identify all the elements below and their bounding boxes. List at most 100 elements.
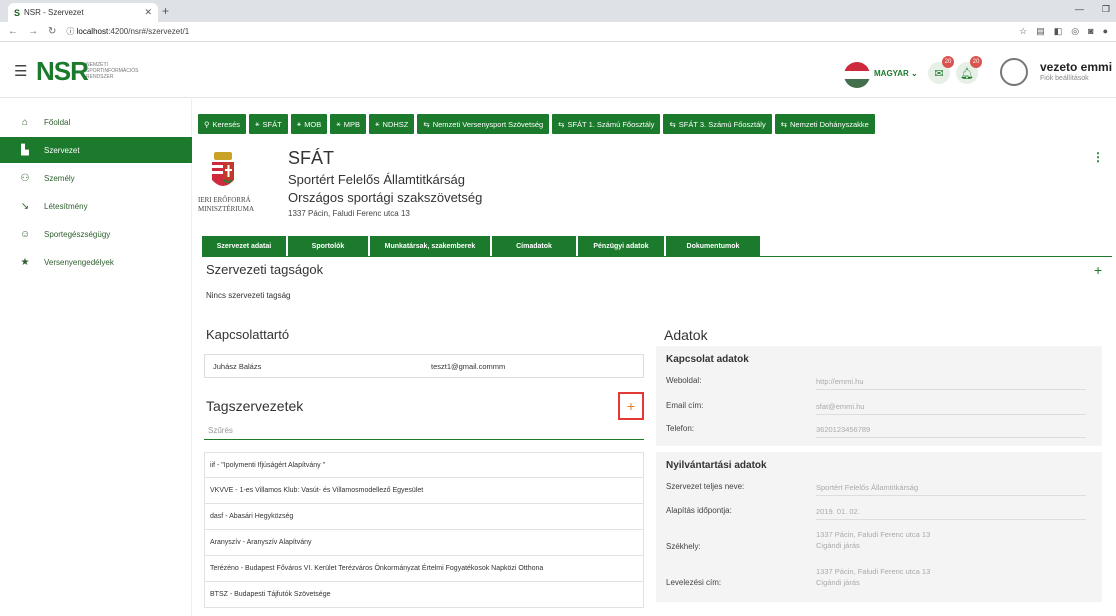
tab-dohanyszakkereskedo[interactable]: ⇆ Nemzeti Dohányszakke xyxy=(774,114,875,134)
list-item[interactable]: dasf - Abasári Hegyközség xyxy=(204,504,644,530)
sidebar-item-label: Versenyengedélyek xyxy=(44,257,114,267)
extension-icon[interactable]: ◙ xyxy=(1088,26,1093,37)
email-value[interactable]: sfat@emmi.hu xyxy=(816,401,1086,415)
hungarian-flag-icon[interactable] xyxy=(844,62,870,88)
contact-name: Juhász Balázs xyxy=(213,361,262,371)
tab-penzugyi-adatok[interactable]: Pénzügyi adatok xyxy=(578,236,664,256)
list-item[interactable]: Terézéno - Budapest Főváros VI. Kerület … xyxy=(204,556,644,582)
phone-value[interactable]: 3620123456789 xyxy=(816,424,1086,438)
founded-value[interactable]: 2019. 01. 02. xyxy=(816,506,1086,520)
tab-nvsz[interactable]: ⇆ Nemzeti Versenysport Szövetség xyxy=(417,114,550,134)
add-member-button[interactable]: + xyxy=(618,392,644,420)
add-membership-icon[interactable]: + xyxy=(1094,262,1102,278)
mail-line-2: Cigándi járás xyxy=(816,578,860,587)
tab-mpb[interactable]: ⚹ MPB xyxy=(330,114,367,134)
org-icon: ⚹ xyxy=(255,119,260,128)
browser-tab[interactable]: S NSR - Szervezet ✕ xyxy=(8,3,158,22)
sidebar-item-letesitmeny[interactable]: ↘ Létesítmény xyxy=(0,193,192,219)
close-tab-icon[interactable]: ✕ xyxy=(144,7,152,18)
bell-icon: 🔔︎ xyxy=(960,67,974,80)
tab-label: SFÁT 3. Számú Főosztály xyxy=(678,119,766,129)
menu-icon[interactable]: ☰ xyxy=(14,62,27,80)
org-type: Országos sportági szakszövetség xyxy=(288,190,483,205)
filter-input[interactable]: Szűrés xyxy=(204,426,644,440)
tab-cimadatok[interactable]: Címadatok xyxy=(492,236,576,256)
list-item[interactable]: VKVVE - 1-es Villamos Klub: Vasút- és Vi… xyxy=(204,478,644,504)
tab-sfat-1[interactable]: ⇆ SFÁT 1. Számú Főosztály xyxy=(552,114,661,134)
org-full-name: Sportért Felelős Államtitkárság xyxy=(288,172,466,187)
tab-szervezet-adatai[interactable]: Szervezet adatai xyxy=(202,236,286,256)
sidebar-item-sportegeszsegugy[interactable]: ☺ Sportegészségügy xyxy=(0,221,192,247)
app-logo[interactable]: NSR xyxy=(36,56,89,87)
list-item[interactable]: BTSZ - Budapesti Tájfutók Szövetsége xyxy=(204,582,644,608)
tab-sfat[interactable]: ⚹ SFÁT xyxy=(249,114,288,134)
org-detail-tabs: Szervezet adatai Sportolók Munkatársak, … xyxy=(202,236,760,256)
tab-mob[interactable]: ⚹ MOB xyxy=(290,114,328,134)
tab-label: MOB xyxy=(304,119,322,129)
browser-nav: ← → ↻ xyxy=(0,26,56,37)
tab-munkatarsak[interactable]: Munkatársak, szakemberek xyxy=(370,236,490,256)
address-bar: ← → ↻ ⓘ localhost:4200/nsr#/szervezet/1 … xyxy=(0,22,1116,42)
registry-data-panel: Nyilvántartási adatok Szervezet teljes n… xyxy=(656,452,1102,602)
maximize-icon[interactable]: ❐ xyxy=(1102,4,1110,15)
plus-icon: + xyxy=(626,398,636,414)
url-field[interactable]: ⓘ localhost:4200/nsr#/szervezet/1 xyxy=(66,26,189,37)
tab-kereses[interactable]: ⚲ Keresés xyxy=(198,114,247,134)
website-value[interactable]: http://emmi.hu xyxy=(816,376,1086,390)
tab-label: SFÁT xyxy=(262,119,282,129)
profile-icon[interactable]: ● xyxy=(1103,26,1108,37)
mail-line-1: 1337 Pácin, Faludi Ferenc utca 13 xyxy=(816,567,931,576)
list-item[interactable]: iif - "Ipolymenti Ifjúságért Alapítvány … xyxy=(204,452,644,478)
handshake-icon: ⇆ xyxy=(423,119,430,129)
user-name[interactable]: vezeto emmi xyxy=(1040,60,1112,74)
browser-extensions: ☆ ▤ ◧ ◎ ◙ ● xyxy=(1019,26,1108,37)
extension-icon[interactable]: ▤ xyxy=(1036,26,1045,37)
account-settings-link[interactable]: Fiók beállítások xyxy=(1040,75,1089,82)
reload-icon[interactable]: ↻ xyxy=(48,26,56,37)
more-options-icon[interactable]: ⋮ xyxy=(1092,150,1104,164)
extension-icon[interactable]: ◎ xyxy=(1071,26,1079,37)
contact-title: Kapcsolattartó xyxy=(206,327,290,342)
back-icon[interactable]: ← xyxy=(8,26,18,37)
list-item[interactable]: Aranyszív - Aranyszív Alapítvány xyxy=(204,530,644,556)
sidebar-item-label: Szervezet xyxy=(44,145,80,155)
messages-button[interactable]: ✉ 20 xyxy=(928,56,954,84)
handshake-icon: ⇆ xyxy=(558,119,565,129)
org-icon: ⚹ xyxy=(336,119,341,128)
minimize-icon[interactable]: — xyxy=(1075,4,1084,15)
url-path: :4200/nsr#/szervezet/1 xyxy=(108,27,190,36)
sidebar-item-fooldal[interactable]: ⌂ Főoldal xyxy=(0,109,192,135)
mail-address-value[interactable]: 1337 Pácin, Faludi Ferenc utca 13 Cigánd… xyxy=(816,566,1086,590)
language-selector[interactable]: MAGYAR ⌄ xyxy=(874,69,918,78)
sidebar-item-szemely[interactable]: ⚇ Személy xyxy=(0,165,192,191)
forward-icon[interactable]: → xyxy=(28,26,38,37)
extension-icon[interactable]: ◧ xyxy=(1054,26,1063,37)
browser-tab-title: NSR - Szervezet xyxy=(24,8,84,17)
sidebar-item-szervezet[interactable]: ▙ Szervezet xyxy=(0,137,192,163)
member-orgs-title: Tagszervezetek xyxy=(206,398,304,414)
fullname-value[interactable]: Sportért Felelős Államtitkárság xyxy=(816,482,1086,496)
facility-icon: ↘ xyxy=(20,200,30,212)
membership-title: Szervezeti tagságok xyxy=(206,262,324,277)
tab-dokumentumok[interactable]: Dokumentumok xyxy=(666,236,760,256)
avatar[interactable] xyxy=(1000,58,1028,86)
org-address: 1337 Pácin, Faludi Ferenc utca 13 xyxy=(288,209,410,218)
messages-badge: 20 xyxy=(942,56,954,68)
notifications-button[interactable]: 🔔︎ 20 xyxy=(956,56,982,84)
building-icon: ▙ xyxy=(21,144,29,156)
ministry-line-2: MINISZTÉRIUMA xyxy=(198,205,254,213)
coat-of-arms-icon xyxy=(212,152,234,186)
contact-data-panel: Kapcsolat adatok Weboldal: http://emmi.h… xyxy=(656,346,1102,446)
contact-row[interactable]: Juhász Balázs teszt1@gmail.commm xyxy=(204,354,644,378)
contact-data-title: Kapcsolat adatok xyxy=(666,354,749,365)
new-tab-icon[interactable]: + xyxy=(162,4,169,18)
app-header: ☰ NSR NEMZETI SPORTINFORMÁCIÓS RENDSZER … xyxy=(0,42,1116,98)
tab-ndhsz[interactable]: ⚹ NDHSZ xyxy=(369,114,415,134)
phone-label: Telefon: xyxy=(666,424,695,433)
tab-sportolok[interactable]: Sportolók xyxy=(288,236,368,256)
tab-sfat-3[interactable]: ⇆ SFÁT 3. Számú Főosztály xyxy=(663,114,772,134)
sidebar-item-versenyengedelyek[interactable]: ★ Versenyengedélyek xyxy=(0,249,192,275)
bookmark-star-icon[interactable]: ☆ xyxy=(1019,26,1027,37)
tab-underline xyxy=(202,256,1112,257)
seat-value[interactable]: 1337 Pácin, Faludi Ferenc utca 13 Cigánd… xyxy=(816,529,1086,553)
